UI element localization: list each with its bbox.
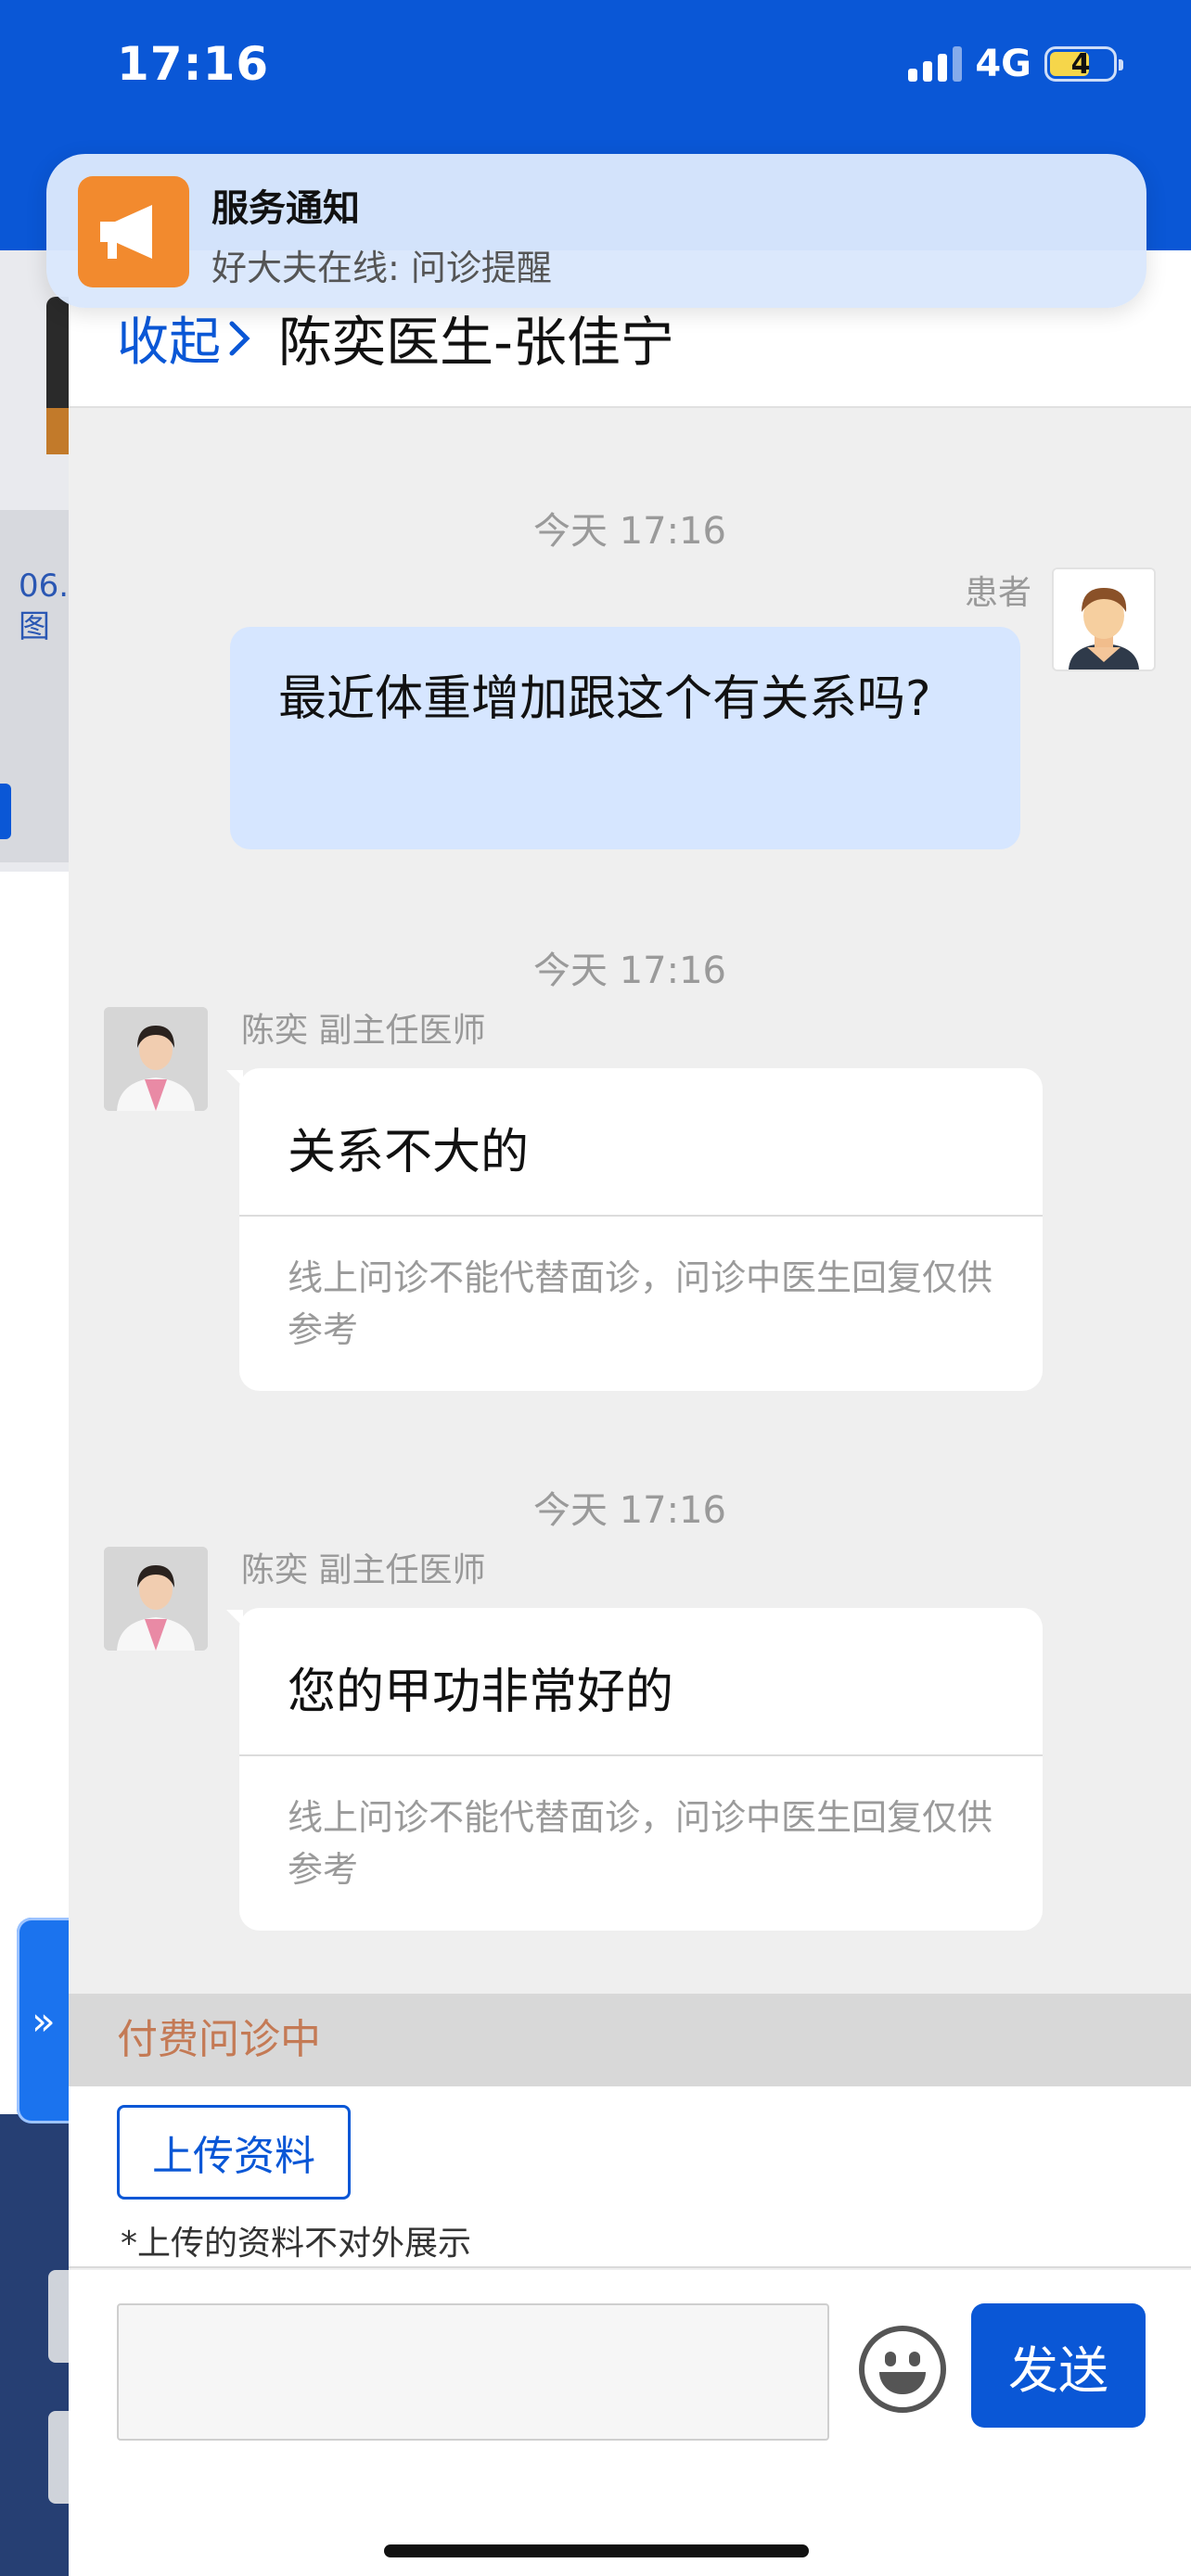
disclaimer-note: 线上问诊不能代替面诊，问诊中医生回复仅供参考: [288, 1257, 993, 1350]
upload-area: 上传资料 *上传的资料不对外展示: [69, 2086, 1191, 2268]
background-date-row: [0, 510, 74, 862]
background-footer: [0, 2114, 74, 2576]
message-timestamp: 今天 17:16: [533, 510, 726, 553]
status-bar: 17:16 4G 4: [0, 0, 1191, 139]
collapse-button[interactable]: 收起: [117, 300, 252, 376]
megaphone-icon: [78, 176, 189, 287]
status-time: 17:16: [117, 37, 270, 91]
background-section-accent: [0, 784, 11, 839]
doctor-name: 陈奕 副主任医师: [241, 1012, 486, 1050]
patient-name: 患者: [964, 574, 1031, 612]
disclaimer-note: 线上问诊不能代替面诊，问诊中医生回复仅供参考: [288, 1797, 993, 1890]
home-indicator[interactable]: [384, 2544, 809, 2557]
double-chevron-right-icon: »: [32, 1997, 56, 2044]
background-date-text: 06. 图: [19, 567, 70, 645]
drawer-title: 陈奕医生-张佳宁: [278, 311, 674, 374]
doctor-avatar[interactable]: [104, 1547, 208, 1651]
notification-body: 好大夫在线: 问诊提醒: [211, 248, 552, 288]
message-input[interactable]: [117, 2303, 829, 2441]
network-type: 4G: [975, 43, 1031, 85]
battery-level: 4: [1070, 47, 1091, 81]
doctor-message-bubble: 关系不大的 线上问诊不能代替面诊，问诊中医生回复仅供参考: [226, 1068, 1043, 1391]
doctor-message-bubble: 您的甲功非常好的 线上问诊不能代替面诊，问诊中医生回复仅供参考: [226, 1608, 1043, 1931]
doctor-avatar-icon: [104, 1547, 208, 1651]
chat-drawer: 收起 陈奕医生-张佳宁 今天 17:16 患者 最近体重增加跟这个有关系吗? 今…: [69, 250, 1191, 2576]
chevron-right-icon: [229, 321, 250, 355]
doctor-message-text: 您的甲功非常好的: [239, 1608, 1043, 1756]
doctor-avatar-icon: [104, 1007, 208, 1111]
patient-avatar[interactable]: [1052, 567, 1156, 671]
send-button[interactable]: 发送: [971, 2303, 1146, 2428]
composer: 发送: [69, 2270, 1191, 2576]
doctor-avatar[interactable]: [104, 1007, 208, 1111]
patient-message-bubble: 最近体重增加跟这个有关系吗?: [230, 627, 1020, 849]
consultation-status-bar: 付费问诊中: [69, 1994, 1191, 2086]
notification-banner[interactable]: 服务通知 好大夫在线: 问诊提醒: [46, 154, 1146, 308]
notification-title: 服务通知: [211, 187, 360, 230]
battery-icon: 4: [1044, 46, 1123, 82]
doctor-name: 陈奕 副主任医师: [241, 1551, 486, 1589]
upload-button[interactable]: 上传资料: [117, 2105, 351, 2200]
patient-avatar-icon: [1054, 569, 1154, 670]
upload-note: *上传的资料不对外展示: [121, 2225, 472, 2263]
doctor-message-text: 关系不大的: [239, 1068, 1043, 1217]
message-timestamp: 今天 17:16: [533, 1489, 726, 1532]
emoji-icon[interactable]: [859, 2326, 946, 2413]
status-indicators: 4G 4: [908, 43, 1123, 85]
collapse-label: 收起: [117, 312, 221, 373]
message-timestamp: 今天 17:16: [533, 950, 726, 992]
signal-icon: [908, 46, 963, 82]
